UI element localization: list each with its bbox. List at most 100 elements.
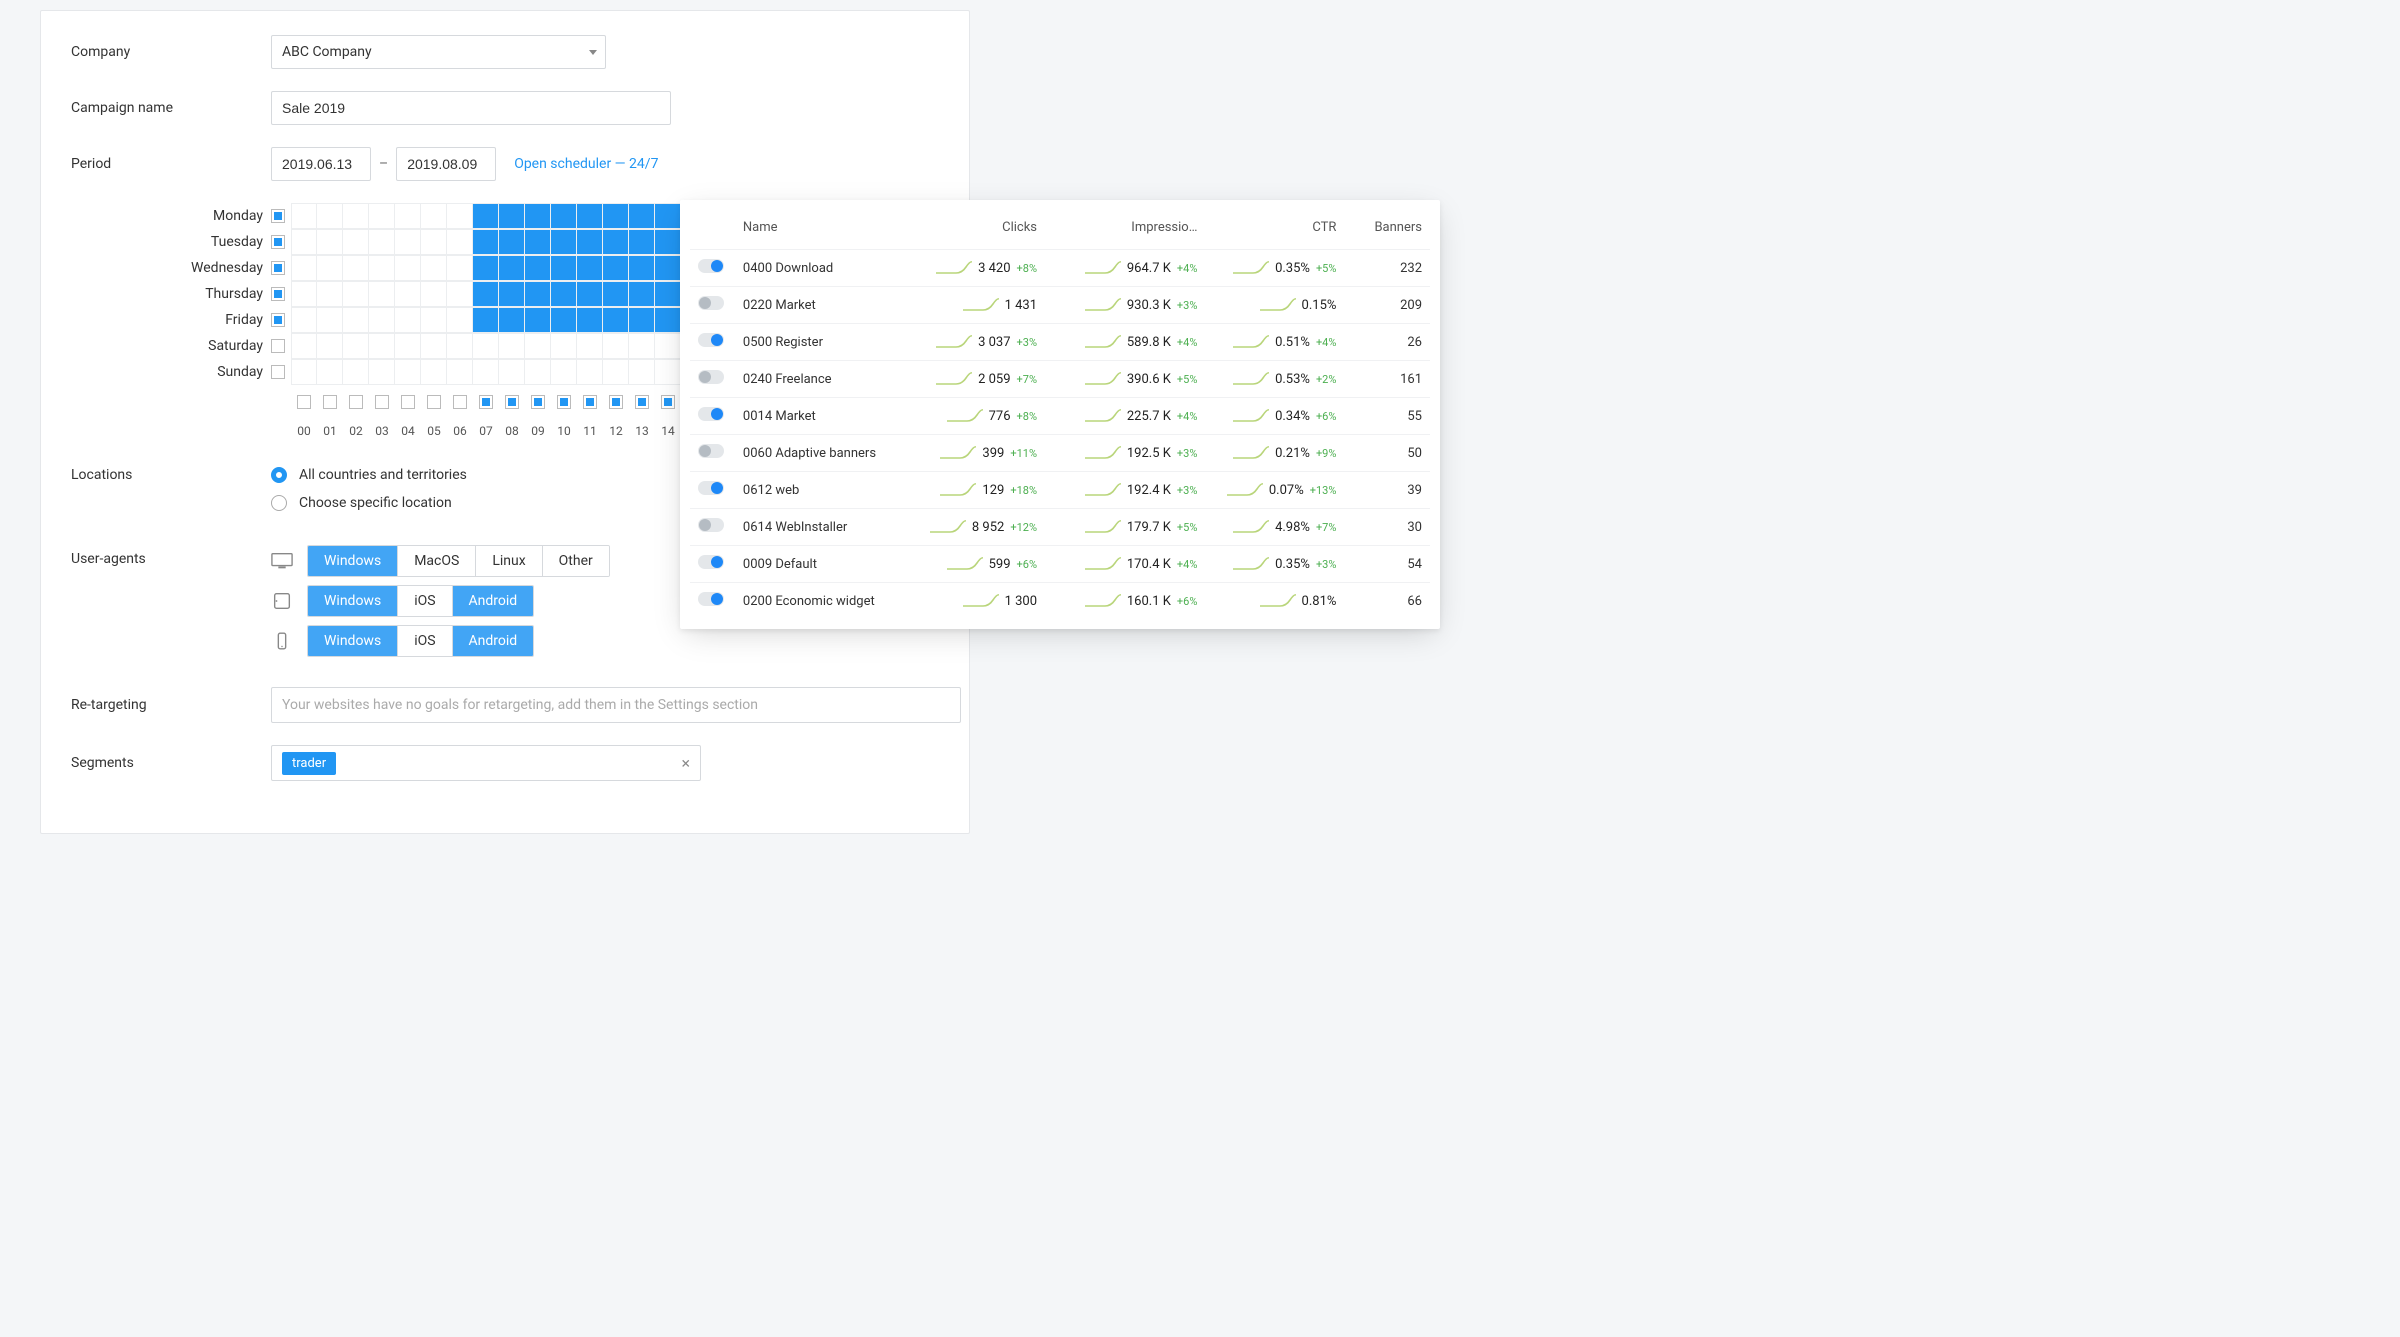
scheduler-cell[interactable]	[395, 203, 421, 229]
scheduler-cell[interactable]	[421, 255, 447, 281]
scheduler-cell[interactable]	[629, 203, 655, 229]
ua-option-windows[interactable]: Windows	[308, 586, 398, 616]
scheduler-cell[interactable]	[551, 307, 577, 333]
ua-option-ios[interactable]: iOS	[398, 586, 452, 616]
scheduler-day-checkbox[interactable]	[271, 261, 285, 275]
scheduler-cell[interactable]	[447, 281, 473, 307]
scheduler-cell[interactable]	[395, 281, 421, 307]
scheduler-cell[interactable]	[629, 359, 655, 385]
row-toggle[interactable]	[698, 444, 724, 458]
scheduler-cell[interactable]	[577, 203, 603, 229]
scheduler-cell[interactable]	[343, 333, 369, 359]
scheduler-cell[interactable]	[655, 333, 681, 359]
scheduler-cell[interactable]	[447, 359, 473, 385]
scheduler-cell[interactable]	[525, 255, 551, 281]
segment-tag[interactable]: trader	[282, 752, 336, 775]
ua-option-android[interactable]: Android	[453, 586, 534, 616]
segments-input[interactable]: trader ×	[271, 745, 701, 781]
scheduler-cell[interactable]	[291, 307, 317, 333]
col-banners[interactable]: Banners	[1344, 210, 1430, 250]
row-toggle[interactable]	[698, 481, 724, 495]
row-toggle[interactable]	[698, 333, 724, 347]
scheduler-cell[interactable]	[317, 359, 343, 385]
scheduler-cell[interactable]	[473, 307, 499, 333]
open-scheduler-link[interactable]: Open scheduler — 24/7	[514, 156, 658, 172]
scheduler-cell[interactable]	[603, 255, 629, 281]
scheduler-cell[interactable]	[629, 229, 655, 255]
ua-option-macos[interactable]: MacOS	[398, 546, 476, 576]
ua-option-other[interactable]: Other	[543, 546, 609, 576]
scheduler-hour-checkbox[interactable]	[505, 395, 519, 409]
scheduler-cell[interactable]	[395, 333, 421, 359]
row-name[interactable]: 0614 WebInstaller	[735, 509, 906, 546]
scheduler-hour-checkbox[interactable]	[583, 395, 597, 409]
scheduler-cell[interactable]	[291, 359, 317, 385]
scheduler-cell[interactable]	[629, 281, 655, 307]
scheduler-cell[interactable]	[395, 229, 421, 255]
scheduler-day-checkbox[interactable]	[271, 313, 285, 327]
scheduler-hour-checkbox[interactable]	[531, 395, 545, 409]
scheduler-hour-checkbox[interactable]	[453, 395, 467, 409]
company-select[interactable]: ABC Company	[271, 35, 606, 69]
scheduler-cell[interactable]	[655, 229, 681, 255]
campaign-name-input[interactable]	[271, 91, 671, 125]
ua-option-android[interactable]: Android	[453, 626, 534, 656]
scheduler-cell[interactable]	[525, 359, 551, 385]
scheduler-cell[interactable]	[473, 229, 499, 255]
scheduler-cell[interactable]	[577, 359, 603, 385]
row-name[interactable]: 0220 Market	[735, 287, 906, 324]
scheduler-cell[interactable]	[551, 203, 577, 229]
scheduler-cell[interactable]	[655, 281, 681, 307]
row-toggle[interactable]	[698, 259, 724, 273]
scheduler-cell[interactable]	[603, 333, 629, 359]
scheduler-day-checkbox[interactable]	[271, 339, 285, 353]
scheduler-hour-checkbox[interactable]	[375, 395, 389, 409]
scheduler-cell[interactable]	[577, 281, 603, 307]
scheduler-cell[interactable]	[421, 203, 447, 229]
scheduler-day-checkbox[interactable]	[271, 287, 285, 301]
scheduler-cell[interactable]	[551, 359, 577, 385]
row-toggle[interactable]	[698, 555, 724, 569]
scheduler-cell[interactable]	[525, 229, 551, 255]
scheduler-cell[interactable]	[369, 255, 395, 281]
scheduler-cell[interactable]	[369, 229, 395, 255]
ua-option-windows[interactable]: Windows	[308, 626, 398, 656]
scheduler-cell[interactable]	[577, 229, 603, 255]
scheduler-cell[interactable]	[499, 255, 525, 281]
scheduler-cell[interactable]	[369, 307, 395, 333]
row-name[interactable]: 0400 Download	[735, 250, 906, 287]
row-name[interactable]: 0200 Economic widget	[735, 583, 906, 620]
scheduler-cell[interactable]	[317, 307, 343, 333]
scheduler-cell[interactable]	[525, 203, 551, 229]
scheduler-cell[interactable]	[473, 281, 499, 307]
scheduler-cell[interactable]	[395, 307, 421, 333]
row-name[interactable]: 0014 Market	[735, 398, 906, 435]
scheduler-cell[interactable]	[499, 281, 525, 307]
scheduler-cell[interactable]	[551, 281, 577, 307]
scheduler-hour-checkbox[interactable]	[609, 395, 623, 409]
scheduler-cell[interactable]	[447, 203, 473, 229]
scheduler-cell[interactable]	[499, 359, 525, 385]
scheduler-cell[interactable]	[473, 333, 499, 359]
scheduler-cell[interactable]	[421, 333, 447, 359]
scheduler-cell[interactable]	[655, 255, 681, 281]
scheduler-cell[interactable]	[291, 281, 317, 307]
scheduler-cell[interactable]	[395, 255, 421, 281]
col-clicks[interactable]: Clicks	[906, 210, 1045, 250]
scheduler-cell[interactable]	[343, 307, 369, 333]
scheduler-cell[interactable]	[499, 307, 525, 333]
scheduler-cell[interactable]	[499, 203, 525, 229]
retargeting-input[interactable]: Your websites have no goals for retarget…	[271, 687, 961, 723]
scheduler-hour-checkbox[interactable]	[661, 395, 675, 409]
scheduler-cell[interactable]	[447, 333, 473, 359]
scheduler-cell[interactable]	[317, 229, 343, 255]
scheduler-cell[interactable]	[629, 307, 655, 333]
row-name[interactable]: 0240 Freelance	[735, 361, 906, 398]
scheduler-cell[interactable]	[499, 229, 525, 255]
scheduler-hour-checkbox[interactable]	[297, 395, 311, 409]
scheduler-cell[interactable]	[317, 255, 343, 281]
scheduler-day-checkbox[interactable]	[271, 365, 285, 379]
scheduler-cell[interactable]	[629, 333, 655, 359]
scheduler-cell[interactable]	[421, 307, 447, 333]
scheduler-cell[interactable]	[343, 281, 369, 307]
